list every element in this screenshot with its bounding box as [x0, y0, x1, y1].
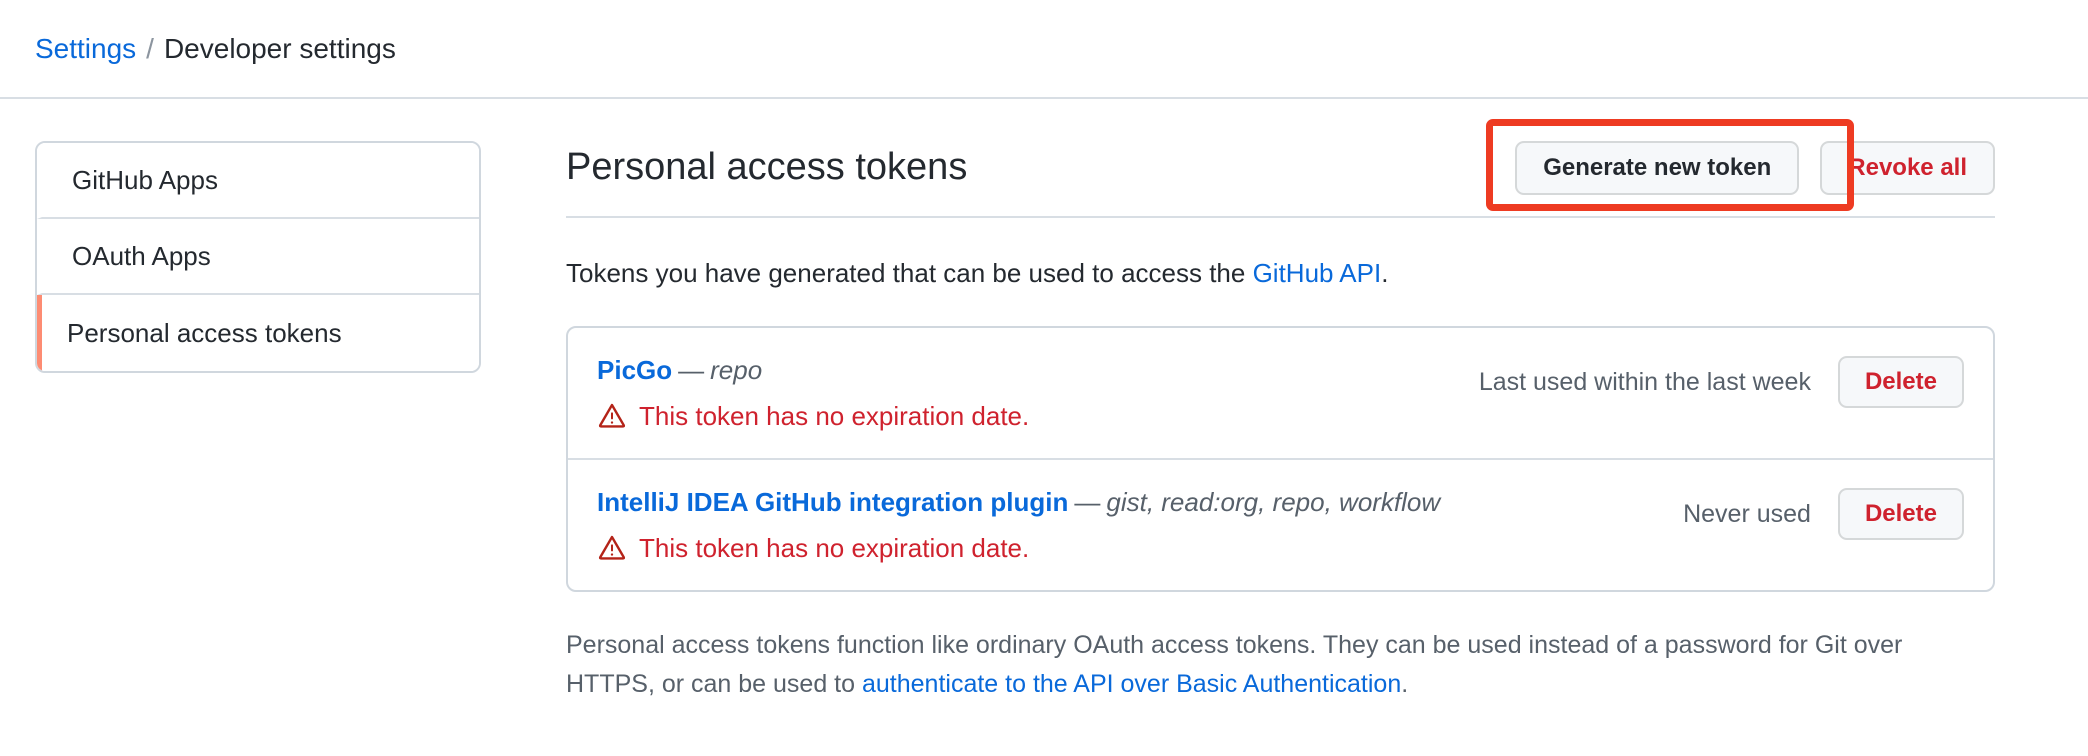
- table-row: PicGo — repo This token has no expiration …: [568, 328, 1993, 461]
- token-scopes: gist, read:org, repo, workflow: [1106, 487, 1441, 518]
- breadcrumb-separator: /: [146, 32, 154, 64]
- breadcrumb-settings-link[interactable]: Settings: [35, 34, 136, 63]
- footer-text-after: .: [1401, 670, 1409, 699]
- title-row: Personal access tokens Generate new toke…: [566, 119, 1995, 218]
- title-actions: Generate new token Revoke all: [1486, 119, 1995, 211]
- github-api-link[interactable]: GitHub API: [1253, 258, 1382, 288]
- intro-text-before: Tokens you have generated that can be us…: [566, 258, 1253, 288]
- table-row: IntelliJ IDEA GitHub integration plugin —…: [568, 460, 1993, 590]
- generate-new-token-button[interactable]: Generate new token: [1515, 141, 1800, 195]
- token-dash: —: [1074, 487, 1101, 518]
- token-scopes: repo: [710, 355, 763, 386]
- token-list: PicGo — repo This token has no expiration …: [566, 326, 1995, 593]
- breadcrumb-current: Developer settings: [163, 32, 396, 64]
- page-header: Settings / Developer settings: [0, 0, 2088, 99]
- main-content: Personal access tokens Generate new toke…: [566, 119, 1995, 729]
- token-warning-text: This token has no expiration date.: [639, 532, 1030, 563]
- token-expiration-warning: This token has no expiration date.: [597, 532, 1440, 565]
- token-actions: Never used Delete: [1683, 486, 1964, 541]
- warning-triangle-icon: [597, 533, 627, 563]
- token-actions: Last used within the last week Delete: [1478, 354, 1964, 409]
- warning-triangle-icon: [597, 401, 627, 431]
- page-title: Personal access tokens: [566, 146, 968, 189]
- token-name-link[interactable]: PicGo: [597, 355, 672, 385]
- intro-text: Tokens you have generated that can be us…: [566, 255, 1995, 291]
- footer-description: Personal access tokens function like ord…: [566, 626, 1995, 704]
- sidebar-item-personal-access-tokens[interactable]: Personal access tokens: [37, 295, 479, 371]
- token-name-line: PicGo — repo: [597, 354, 1029, 387]
- token-name-link[interactable]: IntelliJ IDEA GitHub integration plugin: [597, 487, 1068, 517]
- token-dash: —: [678, 355, 705, 386]
- breadcrumb: Settings / Developer settings: [35, 32, 396, 64]
- sidebar-item-github-apps[interactable]: GitHub Apps: [37, 143, 479, 219]
- sidebar-item-label: GitHub Apps: [72, 164, 218, 195]
- delete-token-button[interactable]: Delete: [1837, 488, 1964, 541]
- sidebar-item-oauth-apps[interactable]: OAuth Apps: [37, 219, 479, 295]
- revoke-all-button[interactable]: Revoke all: [1820, 141, 1995, 195]
- intro-text-after: .: [1381, 258, 1389, 288]
- token-info: PicGo — repo This token has no expiration …: [597, 354, 1029, 432]
- delete-token-button[interactable]: Delete: [1837, 356, 1964, 409]
- token-name-line: IntelliJ IDEA GitHub integration plugin —…: [597, 486, 1440, 519]
- token-info: IntelliJ IDEA GitHub integration plugin —…: [597, 486, 1440, 564]
- basic-authentication-link[interactable]: authenticate to the API over Basic Authe…: [862, 670, 1401, 698]
- sidebar-item-label: OAuth Apps: [72, 240, 211, 271]
- token-last-used: Never used: [1683, 499, 1811, 528]
- page-body: GitHub Apps OAuth Apps Personal access t…: [0, 99, 2088, 729]
- sidebar-item-label: Personal access tokens: [67, 317, 342, 348]
- token-warning-text: This token has no expiration date.: [639, 400, 1030, 431]
- token-expiration-warning: This token has no expiration date.: [597, 400, 1029, 433]
- token-last-used: Last used within the last week: [1478, 367, 1811, 396]
- settings-sidebar: GitHub Apps OAuth Apps Personal access t…: [35, 141, 481, 373]
